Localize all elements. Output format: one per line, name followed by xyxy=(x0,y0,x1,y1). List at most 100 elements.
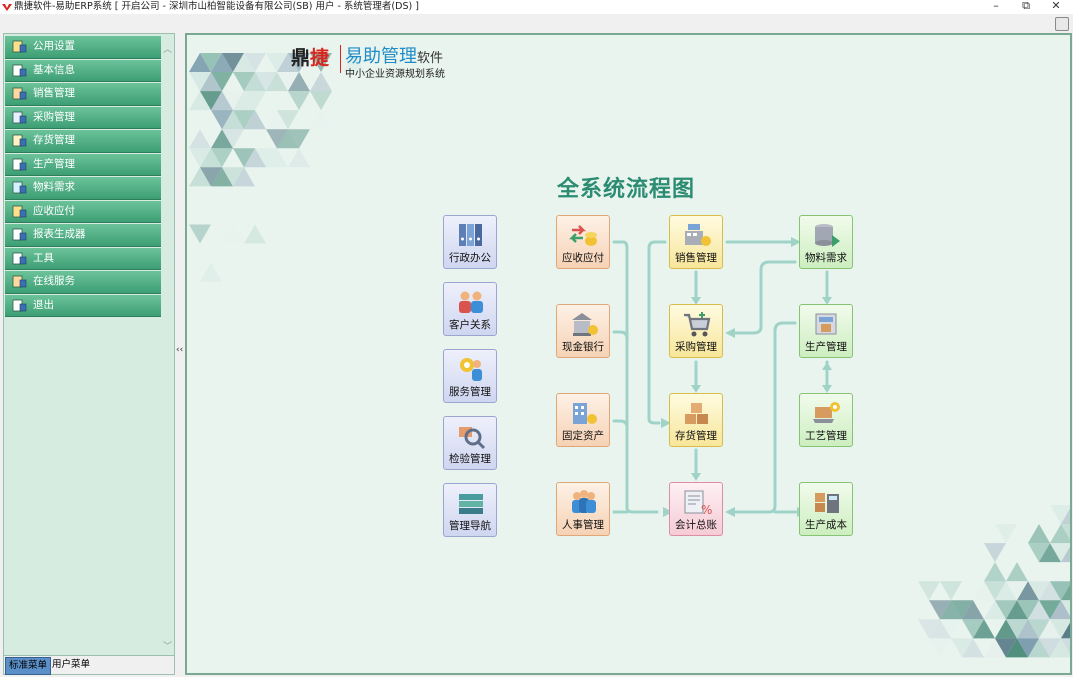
restore-button[interactable]: ⧉ xyxy=(1011,0,1041,14)
window-title: 鼎捷软件-易助ERP系统 [ 开启公司 - 深圳市山柏智能设备有限公司(SB) … xyxy=(14,1,419,12)
close-button[interactable]: ✕ xyxy=(1041,0,1071,14)
flow-arrow-production-ledger xyxy=(731,321,797,514)
app-logo-icon xyxy=(2,4,12,11)
scroll-down-icon[interactable]: ﹀ xyxy=(163,639,172,652)
node-process-management[interactable]: 工艺管理 xyxy=(799,393,853,447)
decor-triangle xyxy=(1028,524,1050,544)
decor-triangle xyxy=(189,224,211,244)
decor-triangle xyxy=(310,72,332,92)
sidebar-item-label: 基本信息 xyxy=(33,63,75,76)
node-general-ledger[interactable]: % 会计总账 xyxy=(669,482,723,536)
sidebar-item-label: 公用设置 xyxy=(33,40,75,52)
sidebar-item-label: 销售管理 xyxy=(33,87,75,99)
cash-register-icon xyxy=(685,224,711,246)
sidebar-item-8[interactable]: 应收应付 xyxy=(5,200,161,223)
node-customer-relations[interactable]: 客户关系 xyxy=(443,282,497,336)
exit-icon xyxy=(12,299,27,311)
sidebar-item-5[interactable]: 存货管理 xyxy=(5,130,161,153)
inventory-icon xyxy=(12,134,27,147)
decor-triangle xyxy=(918,581,940,601)
sidebar-item-label: 退出 xyxy=(33,298,54,311)
node-production-management[interactable]: 生产管理 xyxy=(799,304,853,358)
node-human-resources[interactable]: 人事管理 xyxy=(556,482,610,536)
sidebar-item-label: 生产管理 xyxy=(33,157,75,170)
sidebar-item-label: 采购管理 xyxy=(33,110,75,123)
node-material-requirements[interactable]: 物料需求 xyxy=(799,215,853,269)
decor-triangle xyxy=(940,581,962,601)
people-icon xyxy=(459,291,483,313)
node-cash-bank[interactable]: 现金银行 xyxy=(556,304,610,358)
tab-user-menu[interactable]: 用户菜单 xyxy=(49,657,93,673)
purchase-icon xyxy=(12,111,27,123)
sidebar-scrollbar[interactable]: ︿ ﹀ xyxy=(161,36,173,656)
bank-icon xyxy=(572,313,598,336)
node-fixed-assets[interactable]: 固定资产 xyxy=(556,393,610,447)
decor-triangle xyxy=(288,148,310,168)
sidebar-item-label: 存货管理 xyxy=(33,134,75,146)
node-receivable-payable[interactable]: 应收应付 xyxy=(556,215,610,269)
sidebar-item-12[interactable]: 退出 xyxy=(5,294,161,317)
ledger-percent-icon: % xyxy=(684,490,712,516)
sidebar-menu: 公用设置基本信息销售管理采购管理存货管理生产管理物料需求应收应付报表生成器工具在… xyxy=(5,36,161,318)
online-icon xyxy=(12,275,27,288)
decor-triangle xyxy=(310,110,332,130)
scroll-up-icon[interactable]: ︿ xyxy=(163,42,172,55)
mini-window-icon[interactable] xyxy=(1055,17,1069,31)
sidebar-tabs: 标准菜单 用户菜单 xyxy=(4,655,174,675)
magnifier-icon xyxy=(459,427,486,450)
node-admin-office[interactable]: 行政办公 xyxy=(443,215,497,269)
sidebar-item-3[interactable]: 销售管理 xyxy=(5,83,161,106)
book-stack-icon xyxy=(459,494,483,514)
calculator-boxes-icon xyxy=(815,493,839,513)
material-icon xyxy=(12,181,27,194)
node-production-cost[interactable]: 生产成本 xyxy=(799,482,853,536)
sidebar-item-9[interactable]: 报表生成器 xyxy=(5,224,161,247)
binder-icon xyxy=(459,224,482,246)
sidebar-item-1[interactable]: 公用设置 xyxy=(5,36,161,59)
node-inventory-management[interactable]: 存货管理 xyxy=(669,393,723,447)
flow-arrow-sales-inventory xyxy=(647,240,667,425)
sales-icon xyxy=(12,87,27,100)
sidebar-item-label: 报表生成器 xyxy=(33,228,86,240)
sidebar-item-11[interactable]: 在线服务 xyxy=(5,271,161,294)
sidebar-splitter[interactable]: ‹‹ xyxy=(175,33,185,675)
node-inspection-management[interactable]: 检验管理 xyxy=(443,416,497,470)
gear-person-icon xyxy=(460,358,482,381)
exchange-coins-icon xyxy=(569,225,597,246)
receivable-icon xyxy=(12,205,27,217)
tools-icon xyxy=(12,252,27,264)
decor-triangle xyxy=(995,524,1017,544)
node-sales-management[interactable]: 销售管理 xyxy=(669,215,723,269)
production-icon xyxy=(12,158,27,170)
node-purchase-management[interactable]: 采购管理 xyxy=(669,304,723,358)
sidebar-item-4[interactable]: 采购管理 xyxy=(5,106,161,129)
collapse-sidebar-icon[interactable]: ‹‹ xyxy=(176,345,183,355)
node-management-navigation[interactable]: 管理导航 xyxy=(443,483,497,537)
tab-standard-menu[interactable]: 标准菜单 xyxy=(5,657,52,675)
triangle-pattern-decoration xyxy=(189,53,1070,658)
settings-icon xyxy=(12,40,27,53)
flow-arrow-ar-ledger xyxy=(612,240,659,514)
sidebar-item-10[interactable]: 工具 xyxy=(5,247,161,270)
brand-divider xyxy=(340,45,341,73)
minimize-button[interactable]: – xyxy=(981,0,1011,14)
decor-triangle xyxy=(222,224,244,244)
sidebar-item-label: 物料需求 xyxy=(33,181,75,193)
sidebar-item-6[interactable]: 生产管理 xyxy=(5,153,161,176)
decor-triangle xyxy=(984,543,1006,563)
sidebar-item-2[interactable]: 基本信息 xyxy=(5,59,161,82)
decor-triangle xyxy=(310,91,332,111)
building-coins-icon xyxy=(573,403,597,424)
node-service-management[interactable]: 服务管理 xyxy=(443,349,497,403)
boxes-icon xyxy=(685,403,708,424)
laptop-gear-icon xyxy=(813,402,840,423)
decor-triangle xyxy=(929,638,951,658)
svg-text:%: % xyxy=(701,503,712,516)
decor-triangle xyxy=(244,224,266,244)
decor-triangle xyxy=(288,91,310,111)
decor-triangle xyxy=(200,262,222,282)
toolbar-strip xyxy=(0,14,1073,32)
sidebar-item-label: 应收应付 xyxy=(33,204,75,217)
sidebar-item-7[interactable]: 物料需求 xyxy=(5,177,161,200)
decor-triangle xyxy=(984,562,1006,582)
